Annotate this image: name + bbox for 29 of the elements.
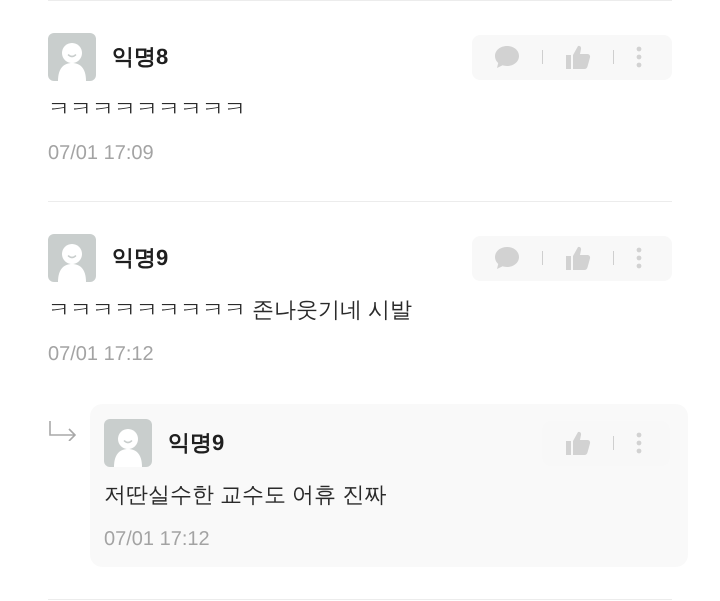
comment-text: 저딴실수한 교수도 어휴 진짜: [104, 481, 388, 509]
like-button[interactable]: [565, 245, 591, 271]
like-button[interactable]: [565, 430, 591, 456]
more-button[interactable]: [636, 46, 642, 68]
author-name: 익명9: [112, 244, 168, 272]
comment-button[interactable]: [494, 45, 520, 69]
more-button[interactable]: [636, 247, 642, 269]
author-name: 익명9: [168, 429, 224, 457]
like-button[interactable]: [565, 44, 591, 70]
comment-text: ㅋㅋㅋㅋㅋㅋㅋㅋㅋ 존나웃기네 시발: [48, 296, 414, 324]
thumbs-up-icon: [565, 430, 591, 456]
reply-arrow-icon: [48, 421, 78, 441]
more-icon: [636, 247, 642, 269]
avatar-icon: [104, 419, 152, 467]
thumbs-up-icon: [565, 245, 591, 271]
comment-button[interactable]: [494, 246, 520, 270]
comment-time: 07/01 17:12: [104, 527, 211, 552]
comment-time: 07/01 17:09: [48, 141, 155, 166]
more-icon: [636, 432, 642, 454]
avatar-icon: [48, 234, 96, 282]
avatar-icon: [48, 33, 96, 81]
comment-time: 07/01 17:12: [48, 342, 155, 367]
more-icon: [636, 46, 642, 68]
speech-bubble-icon: [494, 45, 520, 69]
more-button[interactable]: [636, 432, 642, 454]
thumbs-up-icon: [565, 44, 591, 70]
comment-text: ㅋㅋㅋㅋㅋㅋㅋㅋㅋ: [48, 95, 247, 123]
author-name: 익명8: [112, 43, 168, 71]
speech-bubble-icon: [494, 246, 520, 270]
